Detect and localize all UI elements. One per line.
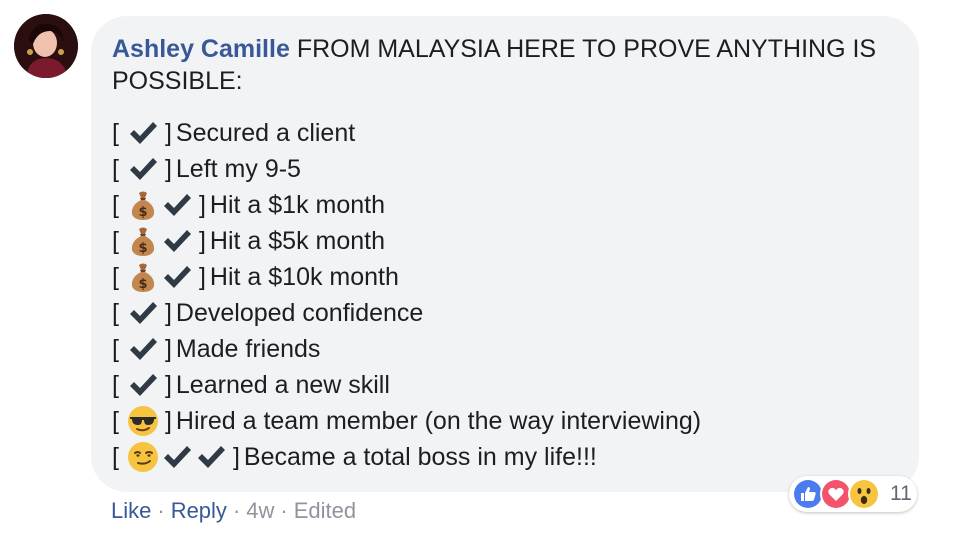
close-bracket: ] [198,262,206,291]
avatar-photo [14,14,78,78]
open-bracket: [ [112,262,119,291]
check-icon [127,153,159,185]
checklist-item: [] Developed confidence [112,295,701,331]
svg-text:$: $ [138,205,147,220]
check-icon [127,333,159,365]
item-icons: $ [127,225,193,257]
svg-text:$: $ [138,277,147,292]
close-bracket: ] [164,370,172,399]
timestamp-link[interactable]: 4w [246,498,274,523]
checklist-item: [ $] Hit a $10k month [112,259,701,295]
item-icons: $ [127,189,193,221]
checklist-item-label: Left my 9-5 [175,154,301,183]
checklist-item-label: Hired a team member (on the way intervie… [175,406,702,435]
smirk-face-icon [127,441,159,473]
close-bracket: ] [232,442,240,471]
wow-reaction-icon [848,478,880,510]
avatar[interactable] [14,14,78,78]
checklist-item-label: Hit a $1k month [209,190,385,219]
check-icon [161,441,193,473]
item-icons [127,153,159,185]
item-icons [127,297,159,329]
separator: · [280,498,288,523]
check-icon [127,297,159,329]
checklist-item: [] Became a total boss in my life!!! [112,439,701,475]
check-icon [161,225,193,257]
money-bag-icon: $ [127,261,159,293]
open-bracket: [ [112,190,119,219]
open-bracket: [ [112,370,119,399]
checklist-item-label: Hit a $10k month [209,262,399,291]
checklist-item-label: Made friends [175,334,321,363]
checklist-item-label: Secured a client [175,118,356,147]
svg-text:$: $ [138,241,147,256]
checklist-item-label: Became a total boss in my life!!! [243,442,597,471]
comment-actions: Like · Reply · 4w · Edited [111,497,356,525]
checklist-item: [] Secured a client [112,115,701,151]
checklist-item-label: Developed confidence [175,298,424,327]
separator: · [232,498,241,523]
check-icon [161,261,193,293]
check-icon [127,369,159,401]
close-bracket: ] [164,118,172,147]
check-icon [161,189,193,221]
checklist-item: [ $] Hit a $1k month [112,187,701,223]
checklist-item: [] Learned a new skill [112,367,701,403]
checklist-item: [] Made friends [112,331,701,367]
item-icons: $ [127,261,193,293]
close-bracket: ] [198,190,206,219]
check-icon [195,441,227,473]
close-bracket: ] [198,226,206,255]
item-icons [127,369,159,401]
checklist-item-label: Learned a new skill [175,370,390,399]
open-bracket: [ [112,442,119,471]
like-link[interactable]: Like [111,498,151,523]
close-bracket: ] [164,406,172,435]
author-name[interactable]: Ashley Camille [112,35,290,63]
check-icon [127,117,159,149]
checklist-item: [ $] Hit a $5k month [112,223,701,259]
item-icons [127,333,159,365]
reactions-summary[interactable]: 11 [789,476,917,512]
checklist-item: [] Left my 9-5 [112,151,701,187]
close-bracket: ] [164,334,172,363]
open-bracket: [ [112,118,119,147]
separator: · [157,498,165,523]
open-bracket: [ [112,406,119,435]
open-bracket: [ [112,226,119,255]
comment-header: Ashley Camille FROM MALAYSIA HERE TO PRO… [112,33,912,97]
checklist: [] Secured a client[] Left my 9-5[$] Hit a … [112,115,701,475]
open-bracket: [ [112,154,119,183]
item-icons [127,441,227,473]
checklist-item-label: Hit a $5k month [209,226,385,255]
sunglasses-face-icon [127,405,159,437]
reaction-count: 11 [890,482,912,505]
item-icons [127,405,159,437]
money-bag-icon: $ [127,189,159,221]
open-bracket: [ [112,334,119,363]
money-bag-icon: $ [127,225,159,257]
open-bracket: [ [112,298,119,327]
close-bracket: ] [164,154,172,183]
item-icons [127,117,159,149]
close-bracket: ] [164,298,172,327]
edited-label[interactable]: Edited [294,498,356,523]
reply-link[interactable]: Reply [171,498,227,523]
checklist-item: [] Hired a team member (on the way interv… [112,403,701,439]
